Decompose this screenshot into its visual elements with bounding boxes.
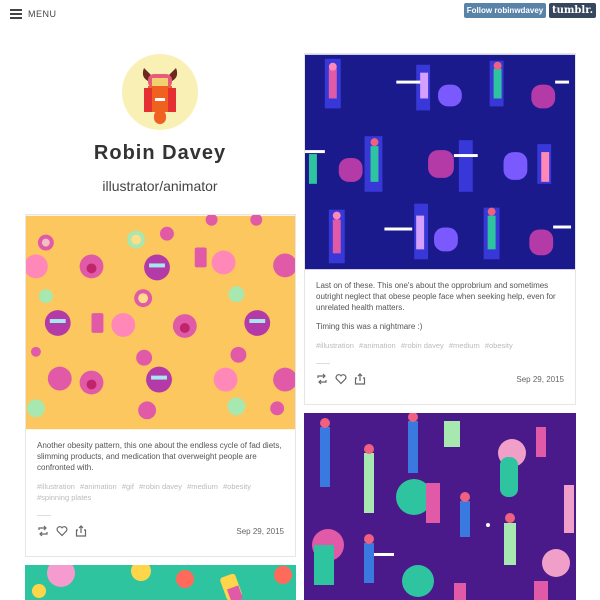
blog-title[interactable]: Robin Davey: [25, 142, 295, 165]
post-tags: #illustration #animation #gif #robin dav…: [37, 481, 284, 503]
post-footer: Sep 29, 2015: [316, 373, 564, 385]
share-icon[interactable]: [75, 525, 87, 537]
tag-link[interactable]: #obesity: [485, 341, 513, 350]
tag-link[interactable]: #spinning plates: [37, 493, 91, 502]
tag-link[interactable]: #obesity: [223, 482, 251, 491]
caption-paragraph: Timing this was a nightmare :): [316, 322, 423, 331]
blog-page: MENU Follow robinwdavey tumblr. Robin Da…: [0, 0, 600, 600]
tag-link[interactable]: #gif: [122, 482, 134, 491]
post-date[interactable]: Sep 29, 2015: [236, 527, 284, 536]
divider: [316, 363, 330, 364]
post-card: [304, 413, 576, 600]
post-footer: Sep 29, 2015: [37, 525, 284, 537]
tumblr-logo-button[interactable]: tumblr.: [549, 3, 596, 18]
follow-button[interactable]: Follow robinwdavey: [464, 3, 546, 18]
post-image[interactable]: [305, 54, 575, 270]
tag-link[interactable]: #animation: [359, 341, 396, 350]
heart-icon[interactable]: [56, 525, 68, 537]
post-caption: Last on of these. This one's about the o…: [316, 280, 564, 332]
post-card: Another obesity pattern, this one about …: [25, 214, 296, 557]
tag-link[interactable]: #medium: [449, 341, 480, 350]
tag-link[interactable]: #medium: [187, 482, 218, 491]
post-caption: Another obesity pattern, this one about …: [37, 440, 284, 473]
menu-button[interactable]: MENU: [10, 9, 57, 19]
tag-link[interactable]: #illustration: [37, 482, 75, 491]
heart-icon[interactable]: [335, 373, 347, 385]
post-image[interactable]: [25, 565, 296, 600]
post-image[interactable]: [26, 215, 295, 430]
caption-paragraph: Another obesity pattern, this one about …: [37, 441, 282, 472]
caption-paragraph: Last on of these. This one's about the o…: [316, 281, 556, 312]
post-card: [25, 565, 296, 600]
share-icon[interactable]: [354, 373, 366, 385]
tag-link[interactable]: #illustration: [316, 341, 354, 350]
avatar[interactable]: [122, 54, 198, 130]
reblog-icon[interactable]: [37, 525, 49, 537]
menu-label: MENU: [28, 9, 57, 19]
blog-description: illustrator/animator: [102, 178, 218, 194]
post-date[interactable]: Sep 29, 2015: [516, 375, 564, 384]
post-tags: #illustration #animation #robin davey #m…: [316, 340, 564, 351]
reblog-icon[interactable]: [316, 373, 328, 385]
tag-link[interactable]: #robin davey: [139, 482, 182, 491]
post-image[interactable]: [304, 413, 576, 600]
post-card: Last on of these. This one's about the o…: [304, 53, 576, 405]
tag-link[interactable]: #robin davey: [401, 341, 444, 350]
divider: [37, 515, 51, 516]
tag-link[interactable]: #animation: [80, 482, 117, 491]
hamburger-icon: [10, 9, 22, 19]
